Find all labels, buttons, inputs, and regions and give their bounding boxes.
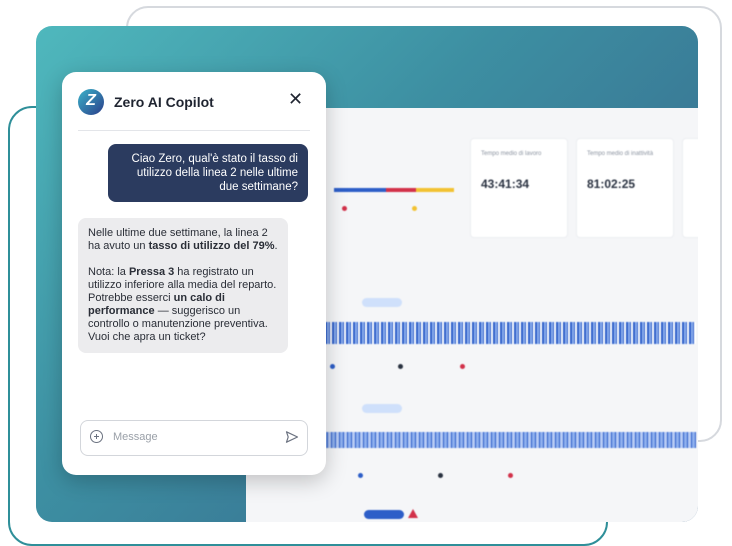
legend-dot-blue <box>358 473 363 478</box>
legend-dot-dark <box>438 473 443 478</box>
stat-label: Tempo medio di inattività <box>587 151 654 157</box>
stat-value: 43:41:34 <box>481 177 530 191</box>
status-badge <box>362 404 402 413</box>
utilization-bar <box>334 188 454 192</box>
chat-header: Z Zero AI Copilot ✕ <box>62 72 326 130</box>
warning-icon <box>408 509 418 518</box>
stat-value: 81:02:25 <box>587 177 636 191</box>
copilot-chat-panel: Z Zero AI Copilot ✕ Ciao Zero, qual'è st… <box>62 72 326 475</box>
legend-dot-red <box>342 206 347 211</box>
status-badge <box>364 510 404 519</box>
stat-label: Tempo medio di lavoro <box>481 151 542 157</box>
assistant-paragraph-1: Nelle ultime due settimane, la linea 2 h… <box>88 227 278 252</box>
stat-card-idle: Tempo medio di inattività 81:02:25 <box>576 138 674 238</box>
status-badge <box>362 298 402 307</box>
header-divider <box>78 130 310 131</box>
message-input-box[interactable]: Message <box>80 420 308 456</box>
user-message: Ciao Zero, qual'è stato il tasso di util… <box>108 144 308 202</box>
assistant-paragraph-2: Nota: la Pressa 3 ha registrato un utili… <box>88 266 277 343</box>
close-icon[interactable]: ✕ <box>288 89 303 110</box>
legend-dot-red <box>460 364 465 369</box>
chat-title: Zero AI Copilot <box>114 94 214 110</box>
zero-logo-icon: Z <box>78 89 104 115</box>
stat-card-work: Tempo medio di lavoro 43:41:34 <box>470 138 568 238</box>
send-icon[interactable] <box>285 430 299 444</box>
assistant-message: Nelle ultime due settimane, la linea 2 h… <box>78 218 288 353</box>
legend-dot-dark <box>398 364 403 369</box>
machine-timeline-1 <box>276 322 696 344</box>
legend-dot-blue <box>330 364 335 369</box>
message-input[interactable]: Message <box>113 431 158 443</box>
machine-timeline-2 <box>276 432 696 448</box>
legend-dot-yellow <box>412 206 417 211</box>
legend-dot-red <box>508 473 513 478</box>
stat-card-partial <box>682 138 698 238</box>
plus-circle-icon[interactable] <box>90 430 103 443</box>
